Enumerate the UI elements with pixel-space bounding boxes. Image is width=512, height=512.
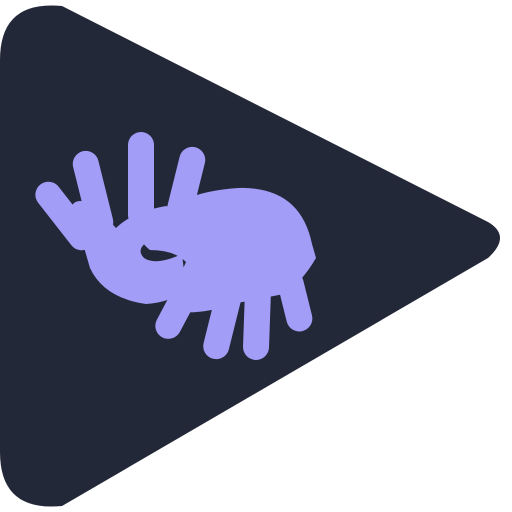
sign-language-play-icon [0,5,500,507]
app-icon [0,0,512,512]
